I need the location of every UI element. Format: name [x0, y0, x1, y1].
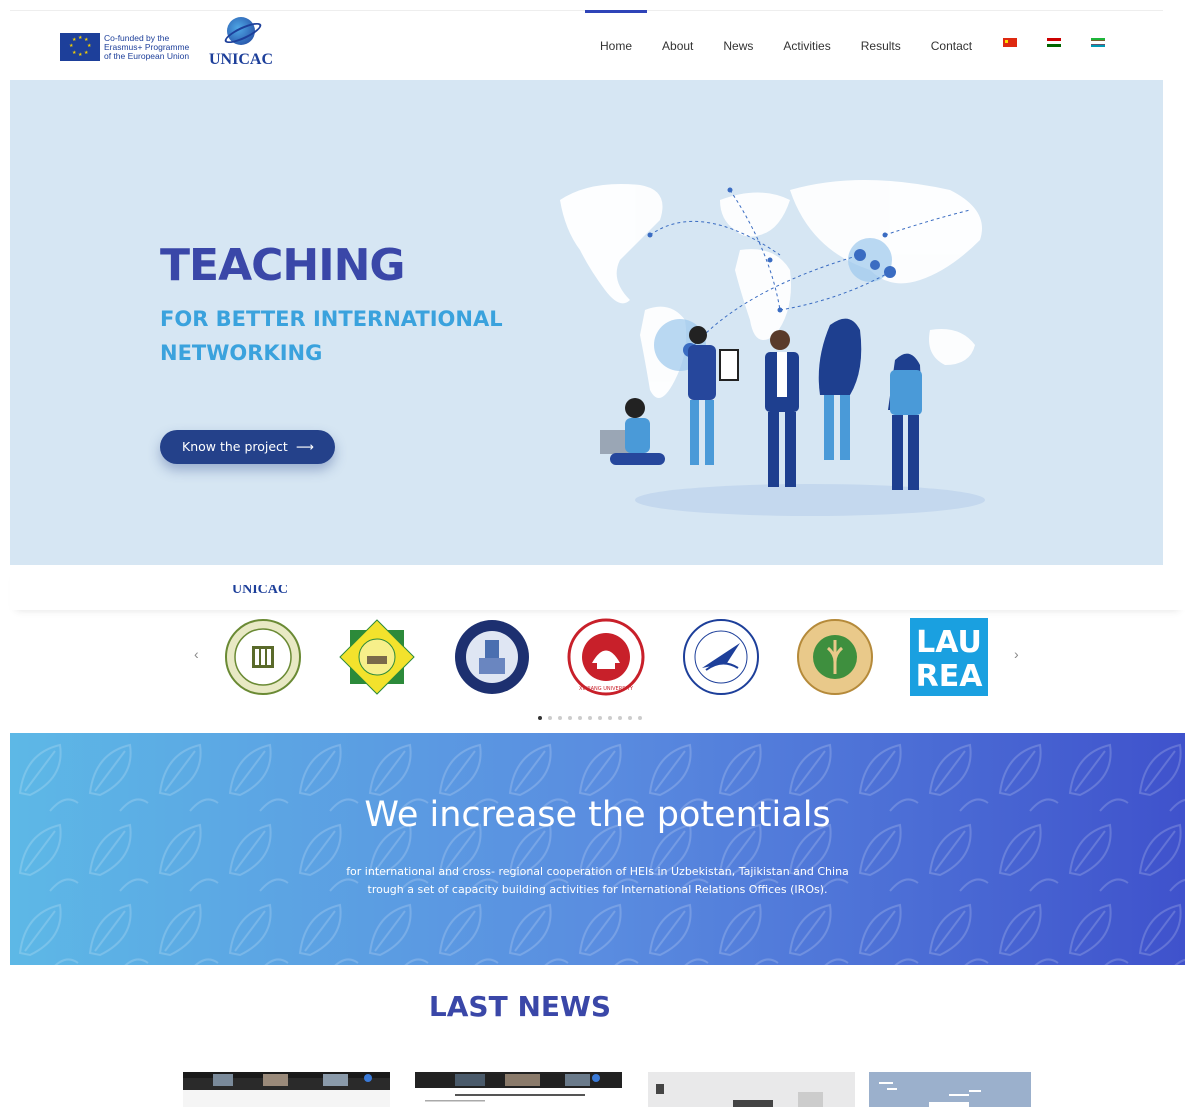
- language-switcher: [1003, 38, 1105, 47]
- svg-text:REA: REA: [916, 659, 984, 694]
- partners-cut-title: UNICAC: [232, 585, 288, 597]
- carousel-next-button[interactable]: ›: [1014, 646, 1019, 662]
- nav-home[interactable]: Home: [584, 10, 648, 81]
- carousel-dot[interactable]: [628, 716, 632, 720]
- know-project-label: Know the project: [182, 439, 288, 454]
- nav-about[interactable]: About: [662, 11, 693, 81]
- partner-logo-northwestern[interactable]: [682, 618, 760, 696]
- carousel-dot[interactable]: [558, 716, 562, 720]
- carousel-dot[interactable]: [618, 716, 622, 720]
- partner-logo-xinjiang[interactable]: XINJIANG UNIVERSITY: [567, 618, 645, 696]
- carousel-dot[interactable]: [548, 716, 552, 720]
- partner-logo-nw-af[interactable]: [796, 618, 874, 696]
- partner-logo-1[interactable]: [224, 618, 302, 696]
- partner-logo-laurea[interactable]: LAU REA: [910, 618, 988, 696]
- carousel-dots: [538, 716, 642, 720]
- carousel-dot[interactable]: [588, 716, 592, 720]
- arrow-right-icon: ⟶: [295, 439, 314, 454]
- partner-logo-3[interactable]: [453, 618, 531, 696]
- hero-section: TEACHING FOR BETTER INTERNATIONAL NETWOR…: [10, 80, 1163, 565]
- news-card-thumbnail[interactable]: [415, 1072, 622, 1107]
- news-card-thumbnail[interactable]: [183, 1072, 390, 1107]
- leaf-pattern-icon: [10, 733, 1185, 965]
- news-card-thumbnail[interactable]: [648, 1072, 855, 1107]
- svg-text:XINJIANG UNIVERSITY: XINJIANG UNIVERSITY: [579, 686, 634, 692]
- eu-cofunded-logo[interactable]: ★ ★ ★ ★ ★ ★ ★ ★ Co-funded by the Erasmus+ Pro…: [60, 33, 189, 61]
- carousel-dot[interactable]: [638, 716, 642, 720]
- eu-flag-icon: ★ ★ ★ ★ ★ ★ ★ ★: [60, 33, 100, 61]
- site-header: ★ ★ ★ ★ ★ ★ ★ ★ Co-funded by the Erasmus+ Pro…: [10, 10, 1163, 80]
- carousel-dot[interactable]: [538, 716, 542, 720]
- svg-text:LAU: LAU: [916, 625, 982, 660]
- partner-logo-2[interactable]: [338, 618, 416, 696]
- nav-contact[interactable]: Contact: [931, 11, 972, 81]
- news-section-title: LAST NEWS: [428, 990, 612, 1023]
- flag-uz-icon[interactable]: [1091, 38, 1105, 47]
- carousel-dot[interactable]: [598, 716, 602, 720]
- carousel-dot[interactable]: [578, 716, 582, 720]
- partners-strip: [10, 565, 1185, 610]
- carousel-dot[interactable]: [608, 716, 612, 720]
- nav-results[interactable]: Results: [861, 11, 901, 81]
- unicac-logo[interactable]: UNICAC: [206, 17, 276, 77]
- banner-title: We increase the potentials: [364, 795, 831, 835]
- unicac-logo-text: UNICAC: [209, 51, 273, 68]
- flag-cn-icon[interactable]: [1003, 38, 1017, 47]
- world-map-illustration: [560, 180, 985, 516]
- nav-news[interactable]: News: [723, 11, 753, 81]
- mission-banner: We increase the potentials for internati…: [10, 733, 1185, 965]
- banner-description: for international and cross- regional co…: [346, 865, 849, 896]
- carousel-prev-button[interactable]: ‹: [194, 646, 199, 662]
- globe-icon: [227, 17, 255, 45]
- eu-cofunded-text: Co-funded by the Erasmus+ Programme of t…: [104, 32, 190, 61]
- know-project-button[interactable]: Know the project ⟶: [160, 430, 335, 464]
- news-card-thumbnail[interactable]: [869, 1072, 1031, 1107]
- hero-title: TEACHING: [160, 240, 406, 291]
- main-nav: Home About News Activities Results Conta…: [584, 10, 1002, 81]
- carousel-dot[interactable]: [568, 716, 572, 720]
- flag-tj-icon[interactable]: [1047, 38, 1061, 47]
- nav-activities[interactable]: Activities: [783, 11, 830, 81]
- hero-subtitle: FOR BETTER INTERNATIONAL NETWORKING: [160, 307, 503, 365]
